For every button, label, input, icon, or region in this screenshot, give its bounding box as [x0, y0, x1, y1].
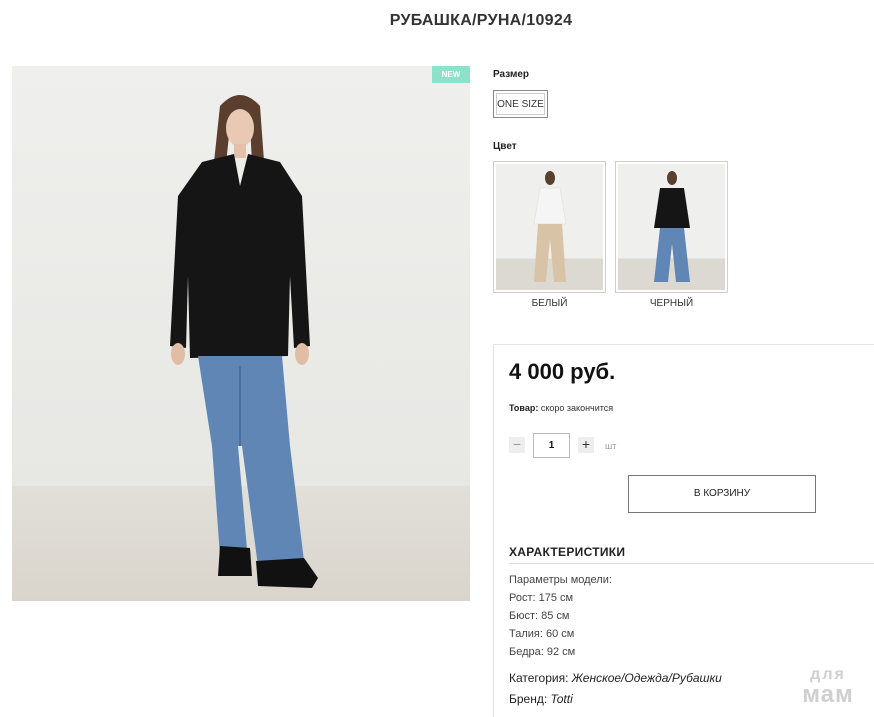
brand-link[interactable]: Totti	[551, 692, 573, 706]
category-link[interactable]: Женское/Одежда/Рубашки	[572, 671, 722, 685]
black-variant-thumbnail	[618, 164, 725, 290]
model-param-hips: Бедра: 92 см	[509, 646, 576, 658]
characteristics-heading: ХАРАКТЕРИСТИКИ	[509, 545, 626, 559]
color-label: Цвет	[493, 141, 517, 152]
brand-row: Бренд: Totti	[509, 692, 573, 706]
purchase-panel	[493, 344, 874, 717]
color-swatch-black[interactable]	[615, 161, 728, 293]
watermark-line-2: мам	[802, 681, 854, 708]
site-watermark-logo: для мам	[788, 667, 868, 707]
model-param-height: Рост: 175 см	[509, 592, 574, 604]
quantity-unit: шт	[605, 441, 617, 451]
brand-label: Бренд:	[509, 692, 548, 706]
model-param-waist: Талия: 60 см	[509, 628, 575, 640]
quantity-decrease-button[interactable]: −	[509, 437, 525, 453]
color-swatch-white[interactable]	[493, 161, 606, 293]
product-main-image[interactable]	[12, 66, 470, 601]
category-row: Категория: Женское/Одежда/Рубашки	[509, 671, 722, 685]
stock-value: скоро закончится	[540, 403, 614, 413]
add-to-cart-button[interactable]: В КОРЗИНУ	[628, 475, 816, 513]
color-option-black-label: ЧЕРНЫЙ	[649, 298, 694, 309]
new-badge: NEW	[432, 66, 470, 83]
product-price: 4 000 руб.	[509, 359, 616, 384]
quantity-input[interactable]: 1	[533, 433, 570, 458]
model-params-heading: Параметры модели:	[509, 574, 612, 586]
characteristics-divider	[509, 563, 874, 564]
category-label: Категория:	[509, 671, 569, 685]
quantity-increase-button[interactable]: +	[578, 437, 594, 453]
product-title: РУБАШКА/РУНА/10924	[389, 12, 573, 29]
color-option-white-label: БЕЛЫЙ	[531, 298, 568, 309]
stock-label: Товар:	[509, 403, 539, 413]
size-label: Размер	[493, 69, 530, 80]
model-param-bust: Бюст: 85 см	[509, 610, 570, 622]
white-variant-thumbnail	[496, 164, 603, 290]
size-option-one-size[interactable]: ONE SIZE	[493, 90, 548, 118]
stock-status: Товар: скоро закончится	[509, 403, 613, 413]
model-figure	[170, 95, 318, 588]
